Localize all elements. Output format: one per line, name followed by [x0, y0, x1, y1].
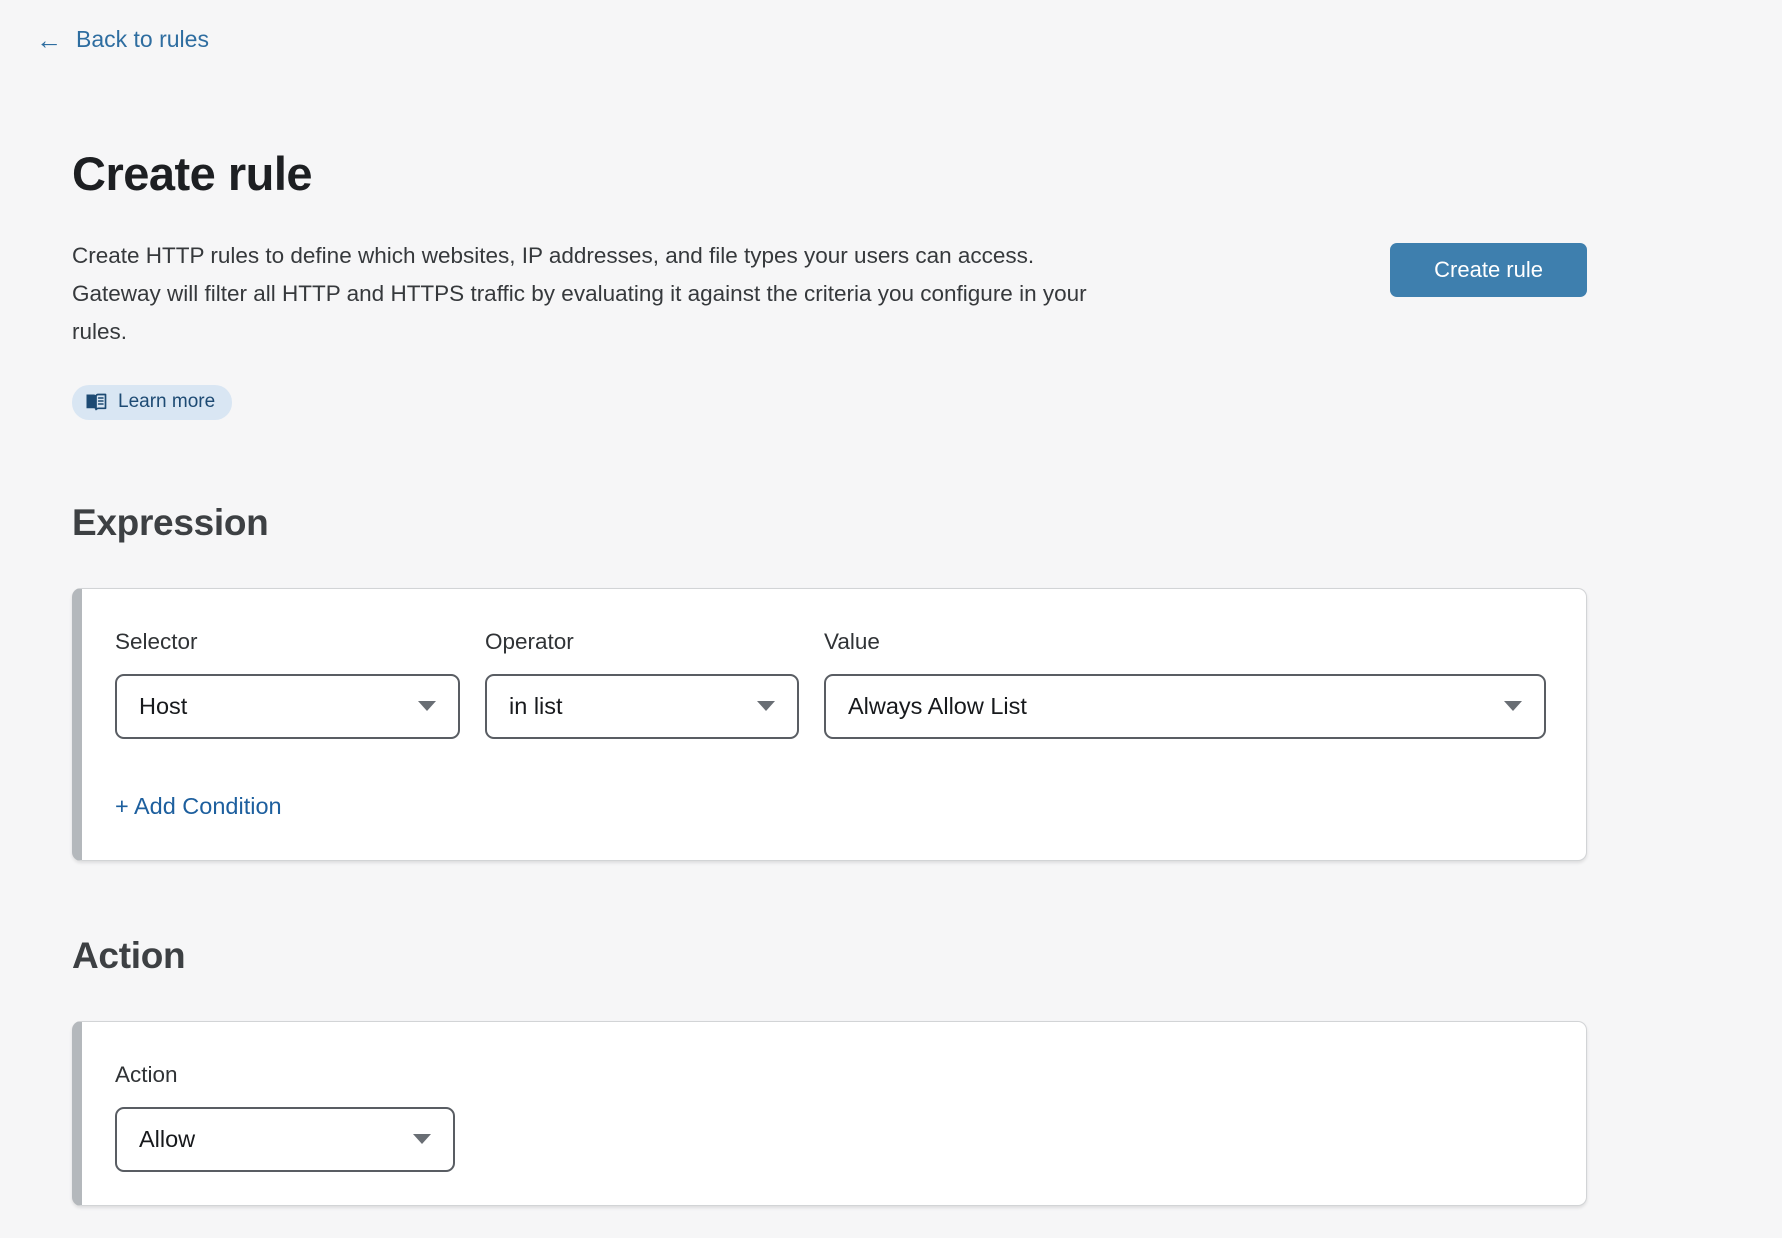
selector-select[interactable]: Host	[115, 674, 460, 739]
learn-more-chip[interactable]: Learn more	[72, 385, 232, 420]
chevron-down-icon	[413, 1134, 431, 1144]
add-condition-link[interactable]: + Add Condition	[115, 793, 282, 820]
action-selected-value: Allow	[139, 1126, 195, 1153]
expression-section: Expression Selector Host Operator in lis…	[72, 502, 1587, 861]
back-to-rules-link[interactable]: ← Back to rules	[36, 26, 209, 53]
back-link-label: Back to rules	[76, 26, 209, 53]
action-card: Action Allow	[72, 1021, 1587, 1206]
create-rule-button[interactable]: Create rule	[1390, 243, 1587, 297]
selector-label: Selector	[115, 629, 460, 655]
operator-select[interactable]: in list	[485, 674, 799, 739]
value-field: Value Always Allow List	[824, 629, 1546, 739]
selector-field: Selector Host	[115, 629, 460, 739]
operator-label: Operator	[485, 629, 799, 655]
create-rule-page: ← Back to rules Create rule Create HTTP …	[0, 0, 1782, 1206]
action-select[interactable]: Allow	[115, 1107, 455, 1172]
action-section: Action Action Allow	[72, 935, 1587, 1206]
value-select[interactable]: Always Allow List	[824, 674, 1546, 739]
action-field: Action Allow	[115, 1062, 455, 1172]
learn-more-label: Learn more	[118, 391, 215, 413]
chevron-down-icon	[1504, 701, 1522, 711]
action-section-title: Action	[72, 935, 1587, 977]
arrow-left-icon: ←	[36, 27, 62, 53]
chevron-down-icon	[418, 701, 436, 711]
page-description: Create HTTP rules to define which websit…	[72, 237, 1092, 351]
action-label: Action	[115, 1062, 455, 1088]
operator-field: Operator in list	[485, 629, 799, 739]
value-label: Value	[824, 629, 1546, 655]
value-selected-value: Always Allow List	[848, 693, 1027, 720]
page-title: Create rule	[72, 146, 1587, 201]
book-open-icon	[85, 393, 107, 411]
selector-selected-value: Host	[139, 693, 187, 720]
expression-section-title: Expression	[72, 502, 1587, 544]
intro-row: Create HTTP rules to define which websit…	[72, 237, 1587, 351]
chevron-down-icon	[757, 701, 775, 711]
expression-card: Selector Host Operator in list	[72, 588, 1587, 861]
operator-selected-value: in list	[509, 693, 563, 720]
